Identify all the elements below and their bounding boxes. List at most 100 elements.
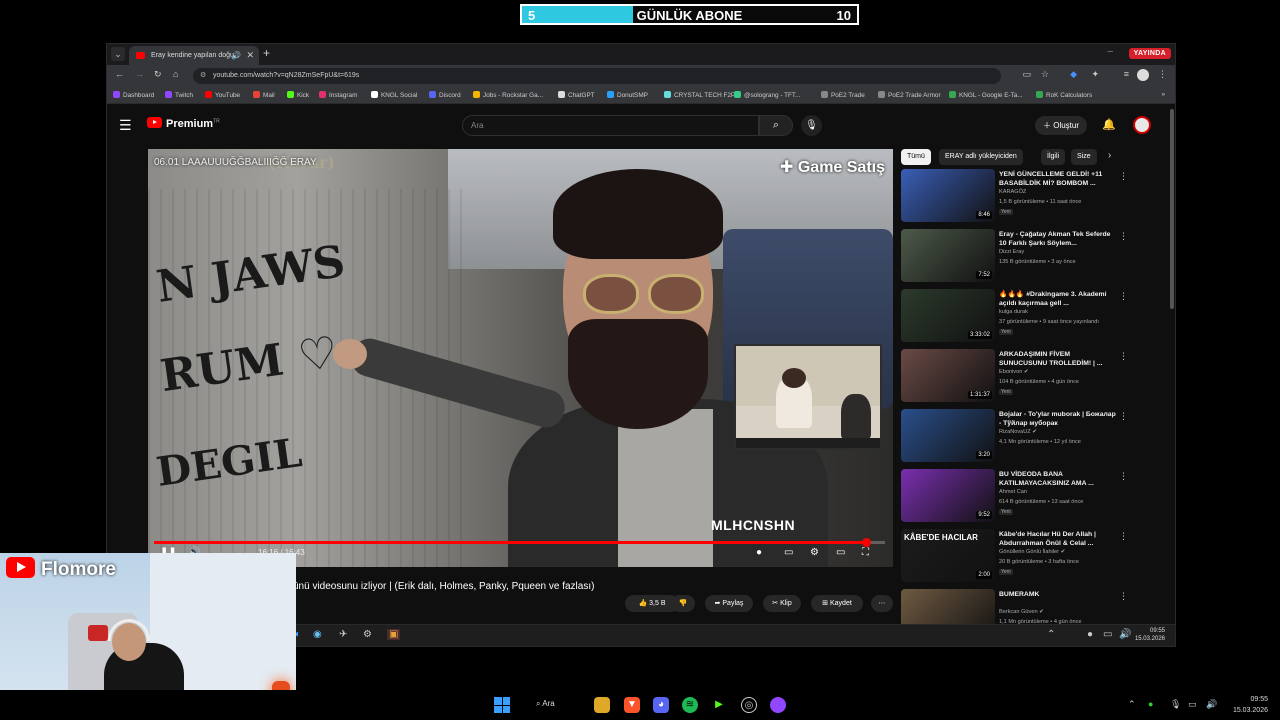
create-button[interactable]: ＋ Oluştur <box>1035 116 1088 135</box>
tray-status-icon[interactable]: ● <box>1148 699 1153 709</box>
tray-volume-icon[interactable]: 🔊 <box>1119 629 1131 640</box>
video-thumbnail[interactable]: 1:31:37 <box>901 349 995 402</box>
dislike-button[interactable]: 👎 <box>671 595 695 612</box>
back-icon[interactable]: ← <box>115 69 124 79</box>
recommended-channel[interactable]: kulga durak <box>999 309 1028 315</box>
video-thumbnail[interactable]: 3:20 <box>901 409 995 462</box>
profile-avatar[interactable] <box>1137 69 1149 81</box>
home-icon[interactable]: ⌂ <box>173 69 178 79</box>
more-options-icon[interactable]: ⋮ <box>1119 471 1128 482</box>
taskbar-app-icon[interactable]: ✈ <box>339 629 347 640</box>
youtube-premium-logo[interactable]: PremiumTR <box>147 117 220 130</box>
recommended-channel[interactable]: Ahmet Can <box>999 489 1027 495</box>
fullscreen-icon[interactable]: ⛶ <box>862 547 869 558</box>
tray-mic-icon[interactable]: ● <box>1087 629 1093 640</box>
close-tab-icon[interactable]: ✕ <box>246 46 254 65</box>
discord-icon[interactable]: ◕ <box>653 697 669 713</box>
menu-hamburger-icon[interactable]: ☰ <box>119 117 132 134</box>
bookmark-star-icon[interactable]: ☆ <box>1041 69 1049 80</box>
clip-button[interactable]: ✂ Klip <box>763 595 801 612</box>
browser-tab-active[interactable]: Eray kendine yapılan doğu... 🔊 ✕ <box>129 46 259 65</box>
speaker-icon[interactable]: 🔊 <box>231 46 241 65</box>
menu-kebab-icon[interactable]: ⋮ <box>1158 69 1167 80</box>
recommended-title[interactable]: ARKADAŞIMIN FİVEM SUNUCUSUNU TROLLEDİM! … <box>999 350 1117 368</box>
theater-mode-icon[interactable]: ▭ <box>836 547 845 558</box>
search-button[interactable]: ⌕ <box>759 115 793 136</box>
cast-icon[interactable]: ▭ <box>1022 69 1031 80</box>
new-tab-button[interactable]: + <box>263 46 270 60</box>
windows-start-icon[interactable] <box>494 697 510 713</box>
bookmark-item[interactable]: Twitch <box>165 91 193 99</box>
recommended-title[interactable]: 🔥🔥🔥 #Drakingame 3. Akademi açıldı kaçırm… <box>999 290 1117 308</box>
site-info-icon[interactable]: ⚙ <box>200 68 206 84</box>
app-icon[interactable] <box>770 697 786 713</box>
bookmark-item[interactable]: Discord <box>429 91 461 99</box>
bookmark-item[interactable]: PoE2 Trade Armor <box>878 91 941 99</box>
video-thumbnail[interactable]: 3:33:02 <box>901 289 995 342</box>
settings-gear-icon[interactable]: ⚙ <box>810 547 819 558</box>
kick-icon[interactable]: ▶ <box>711 697 727 713</box>
more-options-icon[interactable]: ⋮ <box>1119 531 1128 542</box>
extensions-puzzle-icon[interactable]: ✦ <box>1091 69 1099 80</box>
recommended-title[interactable]: BUMERAMK <box>999 590 1117 599</box>
bookmarks-overflow-icon[interactable]: » <box>1161 91 1165 98</box>
recommended-video[interactable]: 7:52 Eray - Çağatay Akman Tek Seferde 10 … <box>901 229 1171 287</box>
reload-icon[interactable]: ↻ <box>154 69 162 80</box>
forward-icon[interactable]: → <box>135 69 144 79</box>
settings-gear-icon[interactable]: ⚙ <box>363 629 372 640</box>
more-options-icon[interactable]: ⋮ <box>1119 411 1128 422</box>
url-field[interactable]: ⚙ youtube.com/watch?v=qN28ZmSeFpU&t=619s <box>193 68 1001 84</box>
more-options-icon[interactable]: ⋮ <box>1119 291 1128 302</box>
recommended-video[interactable]: 1:31:37 ARKADAŞIMIN FİVEM SUNUCUSUNU TROL… <box>901 349 1171 407</box>
tray-mic-icon[interactable]: 🎙 <box>1170 699 1181 710</box>
tray-chevron-icon[interactable]: ⌃ <box>1128 699 1136 710</box>
chip-from-uploader[interactable]: ERAY adlı yükleyiciden <box>939 149 1023 165</box>
file-explorer-icon[interactable] <box>594 697 610 713</box>
bookmark-item[interactable]: YouTube <box>205 91 240 99</box>
video-thumbnail[interactable]: KÂBE'DE HACILAR 2:00 <box>901 529 995 582</box>
taskbar-clock[interactable]: 09:55 15.03.2026 <box>1233 694 1268 716</box>
video-player[interactable]: N JAWS RUM ♡ DEGIL (Kevar) 06.01 LAAAUUU… <box>148 149 893 567</box>
chip-for-you[interactable]: Size <box>1071 149 1097 165</box>
chevron-right-icon[interactable]: › <box>1108 150 1111 161</box>
recommended-video[interactable]: 8:46 YENİ GÜNCELLEME GELDİ! +11 BASABİLDİ… <box>901 169 1171 227</box>
tray-chevron-icon[interactable]: ⌃ <box>1047 629 1055 640</box>
notifications-bell-icon[interactable]: 🔔 <box>1102 118 1116 131</box>
recommended-channel[interactable]: Berkcan Güven ✔ <box>999 609 1044 615</box>
spotify-icon[interactable]: ≋ <box>682 697 698 713</box>
more-options-icon[interactable]: ⋮ <box>1119 231 1128 242</box>
brave-browser-icon[interactable]: ▼ <box>624 697 640 713</box>
page-scrollbar[interactable] <box>1170 109 1174 309</box>
bookmark-item[interactable]: Kick <box>287 91 309 99</box>
recommended-channel[interactable]: RizaNovaUZ ✔ <box>999 429 1037 435</box>
video-thumbnail[interactable]: 7:52 <box>901 229 995 282</box>
recommended-title[interactable]: Kâbe'de Hacılar Hü Der Allah | Abdurrahm… <box>999 530 1117 548</box>
recommended-channel[interactable]: Gönüllerin Gönlü İlahiler ✔ <box>999 549 1065 555</box>
tab-search-icon[interactable]: ⌄ <box>111 47 125 61</box>
video-thumbnail[interactable]: 9:52 <box>901 469 995 522</box>
minimize-button[interactable]: – <box>1107 46 1113 57</box>
obs-icon[interactable]: ◎ <box>741 697 757 713</box>
recommended-video[interactable]: 9:52 BU VİDEODA BANA KATILMAYACAKSINIZ AM… <box>901 469 1171 527</box>
recommended-channel[interactable]: Ebonivon ✔ <box>999 369 1029 375</box>
video-thumbnail[interactable]: 8:46 <box>901 169 995 222</box>
chip-related[interactable]: İlgili <box>1041 149 1066 165</box>
share-button[interactable]: ➦ Paylaş <box>705 595 753 612</box>
recommended-channel[interactable]: Dizzi Eray <box>999 249 1024 255</box>
bookmark-item[interactable]: PoE2 Trade <box>821 91 865 99</box>
chip-all[interactable]: Tümü <box>901 149 931 165</box>
tray-volume-icon[interactable]: 🔊 <box>1206 699 1217 710</box>
extension-icon[interactable]: ◆ <box>1070 69 1077 80</box>
media-control-icon[interactable]: ≡ <box>1124 69 1129 79</box>
recommended-video[interactable]: 3:20 Bojalar - To'ylar muborak | Божалар … <box>901 409 1171 467</box>
account-avatar[interactable] <box>1133 116 1151 134</box>
subtitles-icon[interactable]: ▭ <box>784 547 793 558</box>
recommended-video[interactable]: KÂBE'DE HACILAR 2:00 Kâbe'de Hacılar Hü De… <box>901 529 1171 587</box>
recommended-title[interactable]: BU VİDEODA BANA KATILMAYACAKSINIZ AMA ..… <box>999 470 1117 488</box>
video-scrubber-handle[interactable] <box>861 538 871 547</box>
save-button[interactable]: ⊞ Kaydet <box>811 595 863 612</box>
bookmark-item[interactable]: ChatGPT <box>558 91 595 99</box>
steam-icon[interactable]: ◉ <box>313 629 322 640</box>
tray-network-icon[interactable]: ▭ <box>1188 699 1197 710</box>
tray-network-icon[interactable]: ▭ <box>1103 629 1112 640</box>
